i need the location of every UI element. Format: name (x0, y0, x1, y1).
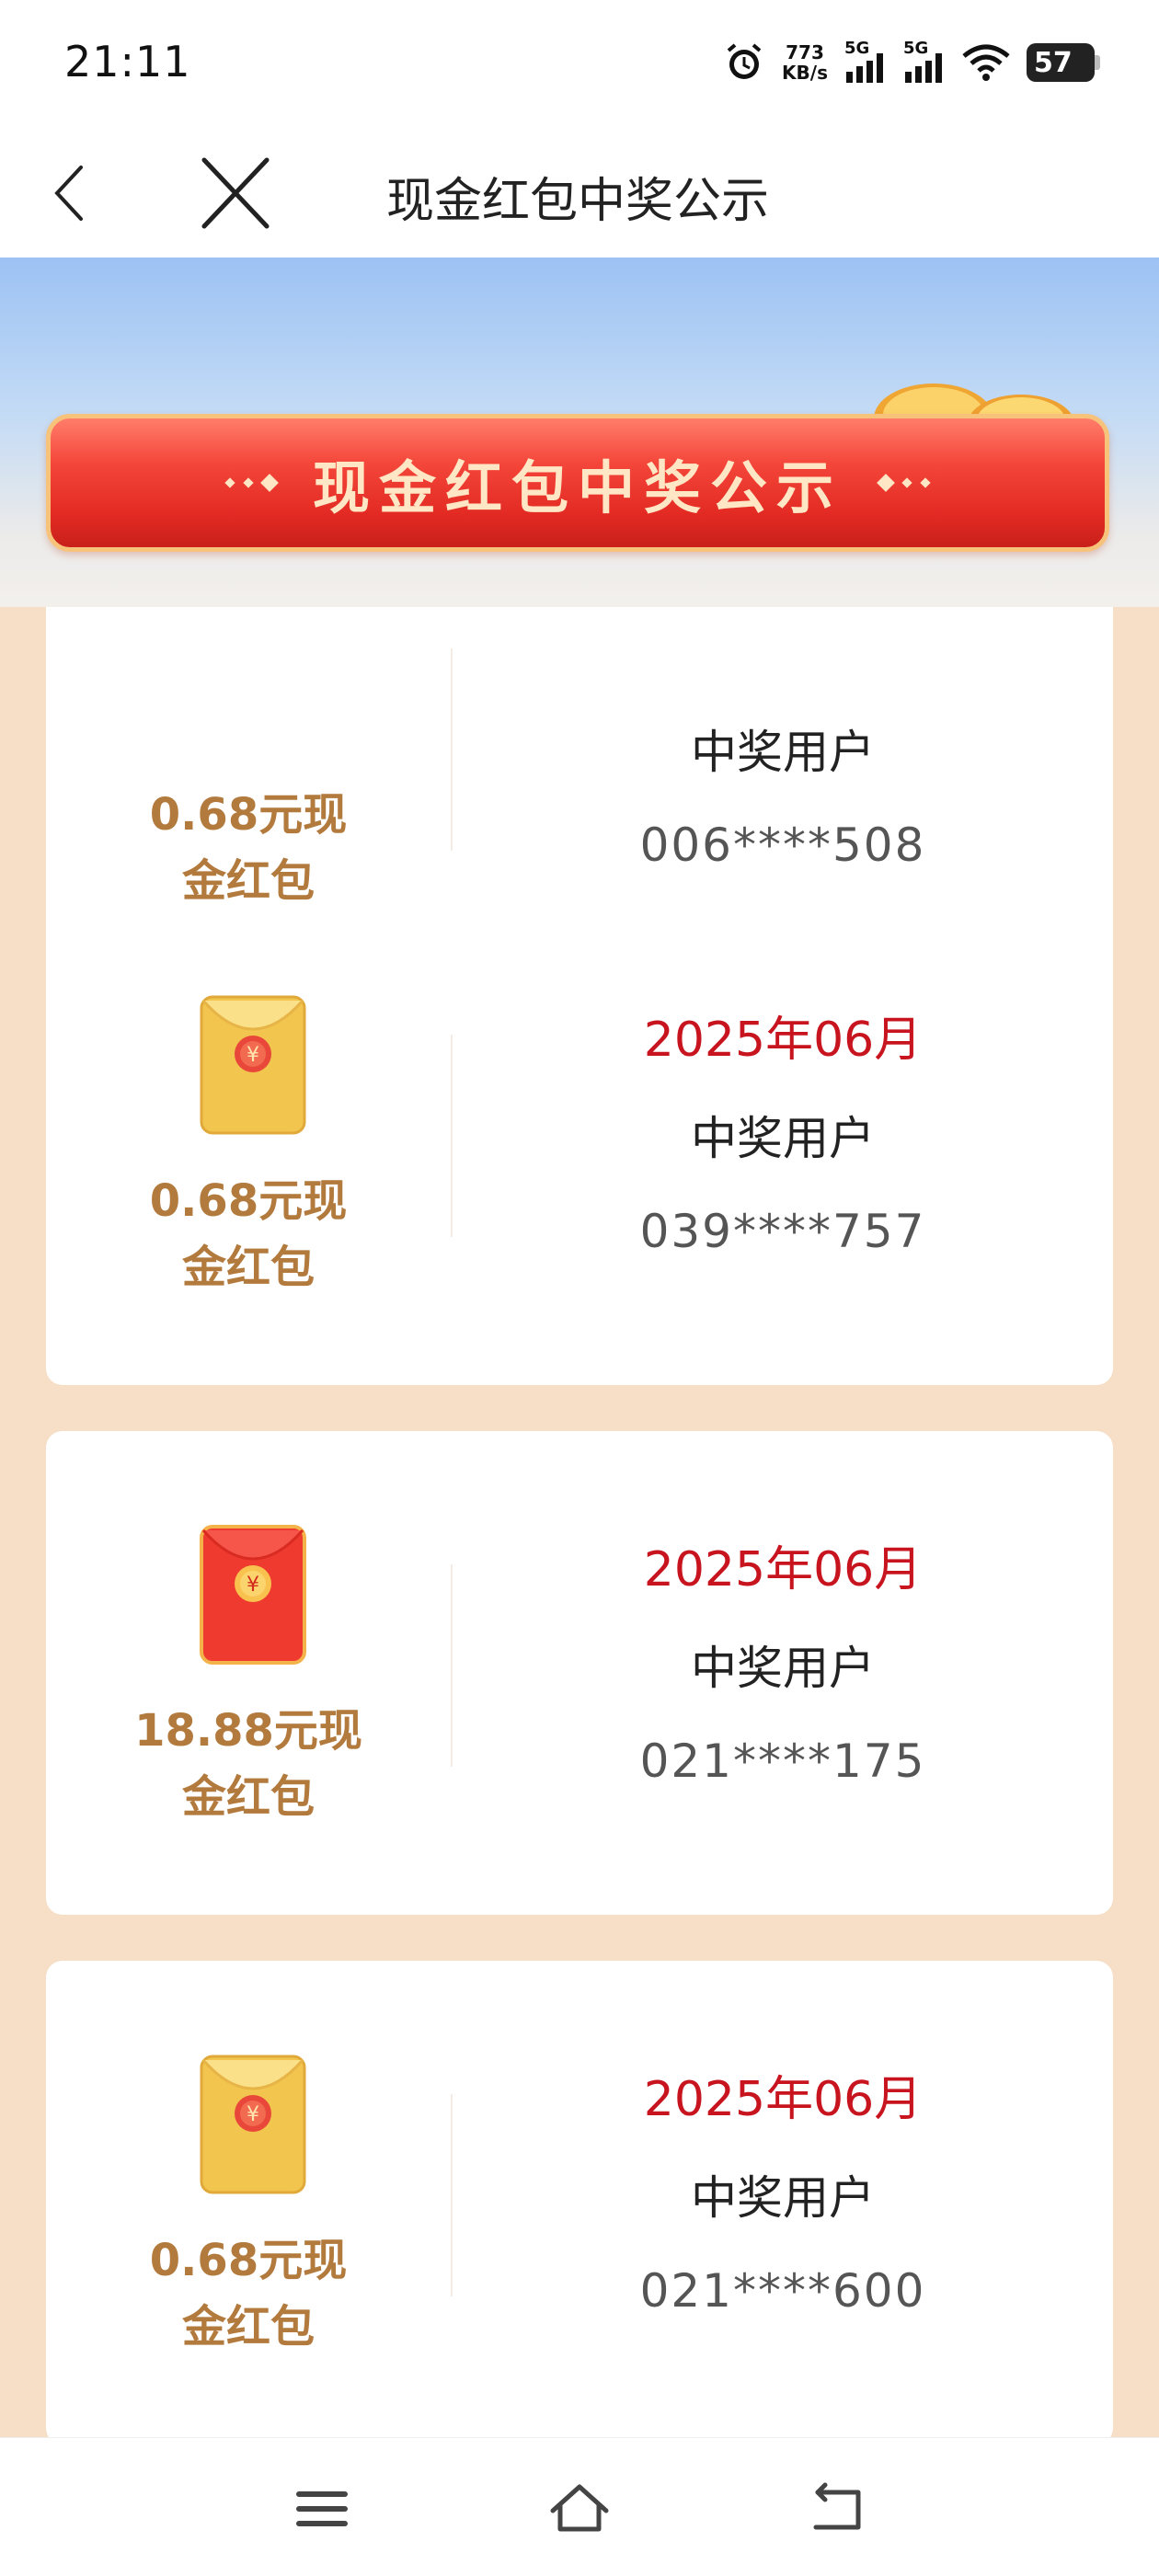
winner-label: 中奖用户 (691, 726, 875, 779)
red-envelope-icon: ¥ (200, 1525, 306, 1665)
prize-amount: 0.68元现 金红包 (46, 2227, 451, 2360)
page-title: 现金红包中奖公示 (386, 174, 770, 229)
card-right: 2025年06月 中奖用户 021****600 (453, 1961, 1113, 2437)
speed-unit: KB/s (782, 62, 828, 84)
prize-line2: 金红包 (181, 1242, 315, 1293)
signal-icon: 5G (903, 39, 946, 83)
title-banner: 现金红包中奖公示 (46, 414, 1109, 552)
svg-text:¥: ¥ (247, 1044, 259, 1067)
winner-list[interactable]: 0.68元现 金红包 中奖用户 006****508 ¥ 0.68元现 金红包 (0, 607, 1159, 2437)
prize-line1: 0.68元现 (149, 789, 348, 841)
win-date: 2025年06月 (643, 1542, 923, 1597)
winner-label: 中奖用户 (691, 1112, 875, 1165)
home-icon[interactable] (547, 2479, 612, 2538)
winner-card: ¥ 0.68元现 金红包 2025年06月 中奖用户 021****600 (46, 1961, 1113, 2437)
nav-bar: 现金红包中奖公示 (0, 129, 1159, 258)
menu-icon[interactable] (290, 2479, 354, 2538)
win-date: 2025年06月 (643, 2072, 923, 2127)
card-right: 2025年06月 中奖用户 039****757 (453, 901, 1113, 1385)
battery-indicator: 57 (1027, 43, 1100, 82)
prize-line1: 0.68元现 (149, 1175, 348, 1227)
prize-amount: 0.68元现 金红包 (46, 1168, 451, 1300)
alarm-icon (727, 43, 762, 79)
red-envelope-icon: ¥ (200, 995, 306, 1135)
close-icon[interactable] (193, 156, 276, 230)
winner-phone: 021****600 (639, 2264, 926, 2318)
status-icons: 773 KB/s 5G 5G 57 (723, 35, 1100, 90)
card-left: ¥ 0.68元现 金红包 (46, 1961, 451, 2437)
prize-line1: 18.88元现 (134, 1705, 362, 1757)
banner-decoration-right (877, 474, 931, 492)
winner-label: 中奖用户 (691, 1642, 875, 1695)
winner-phone: 021****175 (639, 1735, 926, 1788)
prize-line2: 金红包 (181, 2301, 315, 2353)
speed-value: 773 (786, 41, 824, 63)
winner-phone: 039****757 (639, 1205, 926, 1258)
winner-card: ¥ 0.68元现 金红包 2025年06月 中奖用户 039****757 (46, 901, 1113, 1385)
system-nav-bar (0, 2437, 1159, 2576)
red-envelope-icon: ¥ (200, 2055, 306, 2194)
signal1-label: 5G (844, 39, 870, 58)
banner-title: 现金红包中奖公示 (312, 454, 843, 521)
signal-icon: 5G (844, 39, 887, 83)
prize-line2: 金红包 (181, 1771, 315, 1823)
hero-header: 现金红包中奖公示 (0, 258, 1159, 607)
status-time: 21:11 (64, 37, 191, 86)
status-bar: 21:11 773 KB/s 5G 5G 57 (0, 0, 1159, 129)
prize-line1: 0.68元现 (149, 2235, 348, 2286)
winner-phone: 006****508 (639, 819, 926, 872)
prize-amount: 0.68元现 金红包 (46, 782, 451, 914)
card-right: 2025年06月 中奖用户 021****175 (453, 1431, 1113, 1915)
return-icon[interactable] (805, 2479, 869, 2538)
signal2-label: 5G (903, 39, 929, 58)
banner-decoration-left (224, 474, 279, 492)
card-left: ¥ 18.88元现 金红包 (46, 1431, 451, 1915)
winner-card: ¥ 18.88元现 金红包 2025年06月 中奖用户 021****175 (46, 1431, 1113, 1915)
winner-label: 中奖用户 (691, 2171, 875, 2225)
wifi-icon (962, 44, 1010, 81)
back-icon[interactable] (52, 156, 107, 230)
card-left: ¥ 0.68元现 金红包 (46, 901, 451, 1385)
svg-text:¥: ¥ (247, 2103, 259, 2126)
win-date: 2025年06月 (643, 1013, 923, 1068)
svg-text:¥: ¥ (247, 1574, 259, 1597)
network-speed: 773 KB/s (782, 42, 828, 83)
prize-amount: 18.88元现 金红包 (46, 1698, 451, 1830)
